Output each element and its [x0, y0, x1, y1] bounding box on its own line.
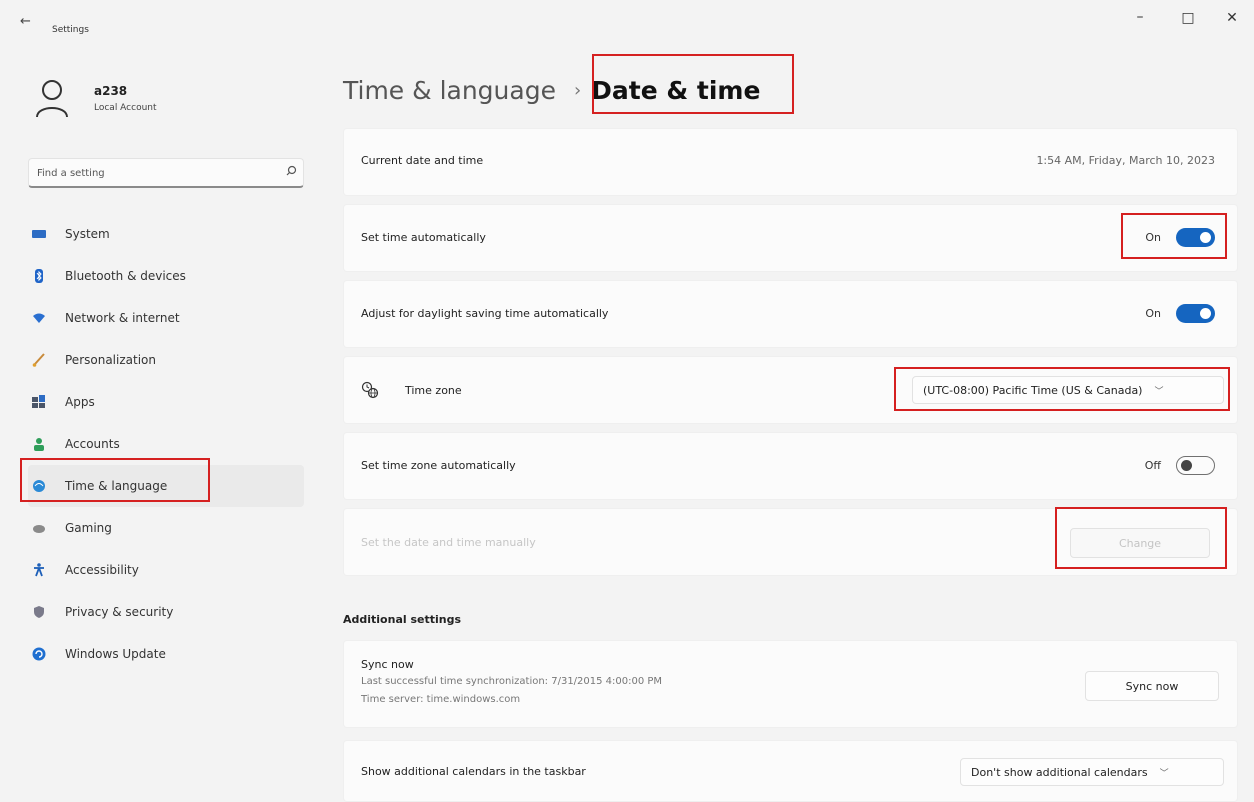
change-button-label: Change: [1118, 536, 1162, 550]
sync-title: Sync now: [361, 658, 414, 671]
change-button[interactable]: Change: [1070, 528, 1210, 558]
auto-time-toggle-group: On: [1145, 228, 1215, 247]
toggle-knob: [1181, 460, 1192, 471]
dst-card: Adjust for daylight saving time automati…: [343, 280, 1238, 348]
bluetooth-icon: [35, 269, 43, 283]
sidebar-item-label: Personalization: [65, 353, 156, 367]
title-bar: ← Settings – □ ✕: [0, 0, 1254, 40]
chevron-down-icon: ﹀: [1159, 768, 1169, 779]
sync-card: Sync now Last successful time synchroniz…: [343, 640, 1238, 728]
sync-now-button[interactable]: Sync now: [1085, 671, 1219, 701]
current-date-time-card: Current date and time 1:54 AM, Friday, M…: [343, 128, 1238, 196]
auto-timezone-state: Off: [1144, 459, 1161, 472]
brush-icon: [32, 353, 45, 367]
chevron-down-icon: ﹀: [1154, 386, 1164, 397]
timezone-dropdown[interactable]: (UTC-08:00) Pacific Time (US & Canada) ﹀: [912, 376, 1224, 404]
calendars-card: Show additional calendars in the taskbar…: [343, 740, 1238, 802]
calendars-dropdown[interactable]: Don't show additional calendars ﹀: [960, 758, 1224, 786]
controller-icon: [33, 525, 45, 533]
sync-now-button-label: Sync now: [1125, 679, 1179, 693]
sidebar-item-apps[interactable]: Apps: [28, 381, 304, 423]
page-title: Date & time: [591, 75, 761, 105]
sidebar-item-personalization[interactable]: Personalization: [28, 339, 304, 381]
current-date-time-label: Current date and time: [361, 154, 484, 167]
back-arrow-icon[interactable]: ←: [20, 14, 31, 29]
sidebar-item-label: Accessibility: [65, 563, 139, 577]
time-server-text: Time server: time.windows.com: [361, 694, 521, 705]
dst-toggle-group: On: [1145, 304, 1215, 323]
maximize-button[interactable]: □: [1168, 10, 1208, 26]
sidebar-item-label: Network & internet: [65, 311, 180, 325]
wifi-icon: [33, 313, 45, 323]
auto-time-state: On: [1145, 231, 1161, 244]
toggle-knob: [1200, 308, 1211, 319]
sidebar-item-bluetooth[interactable]: Bluetooth & devices: [28, 255, 304, 297]
sidebar-item-network[interactable]: Network & internet: [28, 297, 304, 339]
timezone-value: (UTC-08:00) Pacific Time (US & Canada): [923, 383, 1143, 397]
breadcrumb: Time & language › Date & time: [343, 68, 760, 112]
auto-timezone-toggle-group: Off: [1145, 456, 1215, 475]
dst-toggle[interactable]: [1176, 304, 1215, 323]
apps-icon: [32, 395, 45, 408]
sidebar-item-system[interactable]: System: [28, 213, 304, 255]
breadcrumb-parent[interactable]: Time & language: [343, 76, 556, 105]
auto-timezone-card: Set time zone automatically Off: [343, 432, 1238, 500]
globe-clock-icon: [33, 480, 45, 492]
calendars-value: Don't show additional calendars: [971, 765, 1148, 779]
sidebar-item-label: Apps: [65, 395, 95, 409]
search-icon[interactable]: [283, 163, 299, 179]
monitor-icon: [32, 230, 46, 238]
update-icon: [32, 647, 46, 661]
sidebar-item-privacy[interactable]: Privacy & security: [28, 591, 304, 633]
sidebar-item-label: Gaming: [65, 521, 112, 535]
sidebar-item-label: Bluetooth & devices: [65, 269, 186, 283]
auto-time-card: Set time automatically On: [343, 204, 1238, 272]
toggle-knob: [1200, 232, 1211, 243]
sidebar-nav: System Bluetooth & devices Network & int…: [28, 213, 308, 675]
auto-timezone-label: Set time zone automatically: [361, 459, 516, 472]
timezone-label: Time zone: [405, 384, 462, 397]
sidebar-item-label: System: [65, 227, 110, 241]
auto-timezone-toggle[interactable]: [1176, 456, 1215, 475]
sidebar-item-label: Windows Update: [65, 647, 166, 661]
minimize-button[interactable]: –: [1120, 9, 1160, 25]
sidebar-item-accessibility[interactable]: Accessibility: [28, 549, 304, 591]
sidebar-item-label: Privacy & security: [65, 605, 174, 619]
manual-time-label: Set the date and time manually: [361, 536, 536, 549]
auto-time-toggle[interactable]: [1176, 228, 1215, 247]
shield-icon: [34, 606, 44, 618]
account-type: Local Account: [94, 103, 157, 113]
breadcrumb-separator: ›: [573, 79, 582, 101]
globe-clock-icon: [361, 381, 379, 399]
timezone-card: Time zone (UTC-08:00) Pacific Time (US &…: [343, 356, 1238, 424]
avatar-icon: [36, 80, 68, 118]
sidebar-item-label: Accounts: [65, 437, 120, 451]
search-input[interactable]: [37, 164, 277, 182]
sidebar-item-time-language[interactable]: Time & language: [28, 465, 304, 507]
search-box[interactable]: [28, 158, 304, 188]
sidebar-item-label: Time & language: [65, 479, 168, 493]
app-title: Settings: [52, 25, 89, 35]
last-sync-text: Last successful time synchronization: 7/…: [361, 676, 663, 687]
manual-time-card: Set the date and time manually Change: [343, 508, 1238, 576]
sidebar-item-windows-update[interactable]: Windows Update: [28, 633, 304, 675]
close-button[interactable]: ✕: [1212, 10, 1252, 26]
sidebar-item-accounts[interactable]: Accounts: [28, 423, 304, 465]
dst-label: Adjust for daylight saving time automati…: [361, 307, 609, 320]
person-icon: [34, 438, 44, 451]
dst-state: On: [1145, 307, 1161, 320]
current-date-time-value: 1:54 AM, Friday, March 10, 2023: [1036, 154, 1215, 167]
sidebar-item-gaming[interactable]: Gaming: [28, 507, 304, 549]
additional-settings-title: Additional settings: [343, 613, 462, 626]
accessibility-icon: [34, 563, 44, 577]
calendars-label: Show additional calendars in the taskbar: [361, 765, 586, 778]
auto-time-label: Set time automatically: [361, 231, 486, 244]
user-name: a238: [94, 84, 128, 98]
